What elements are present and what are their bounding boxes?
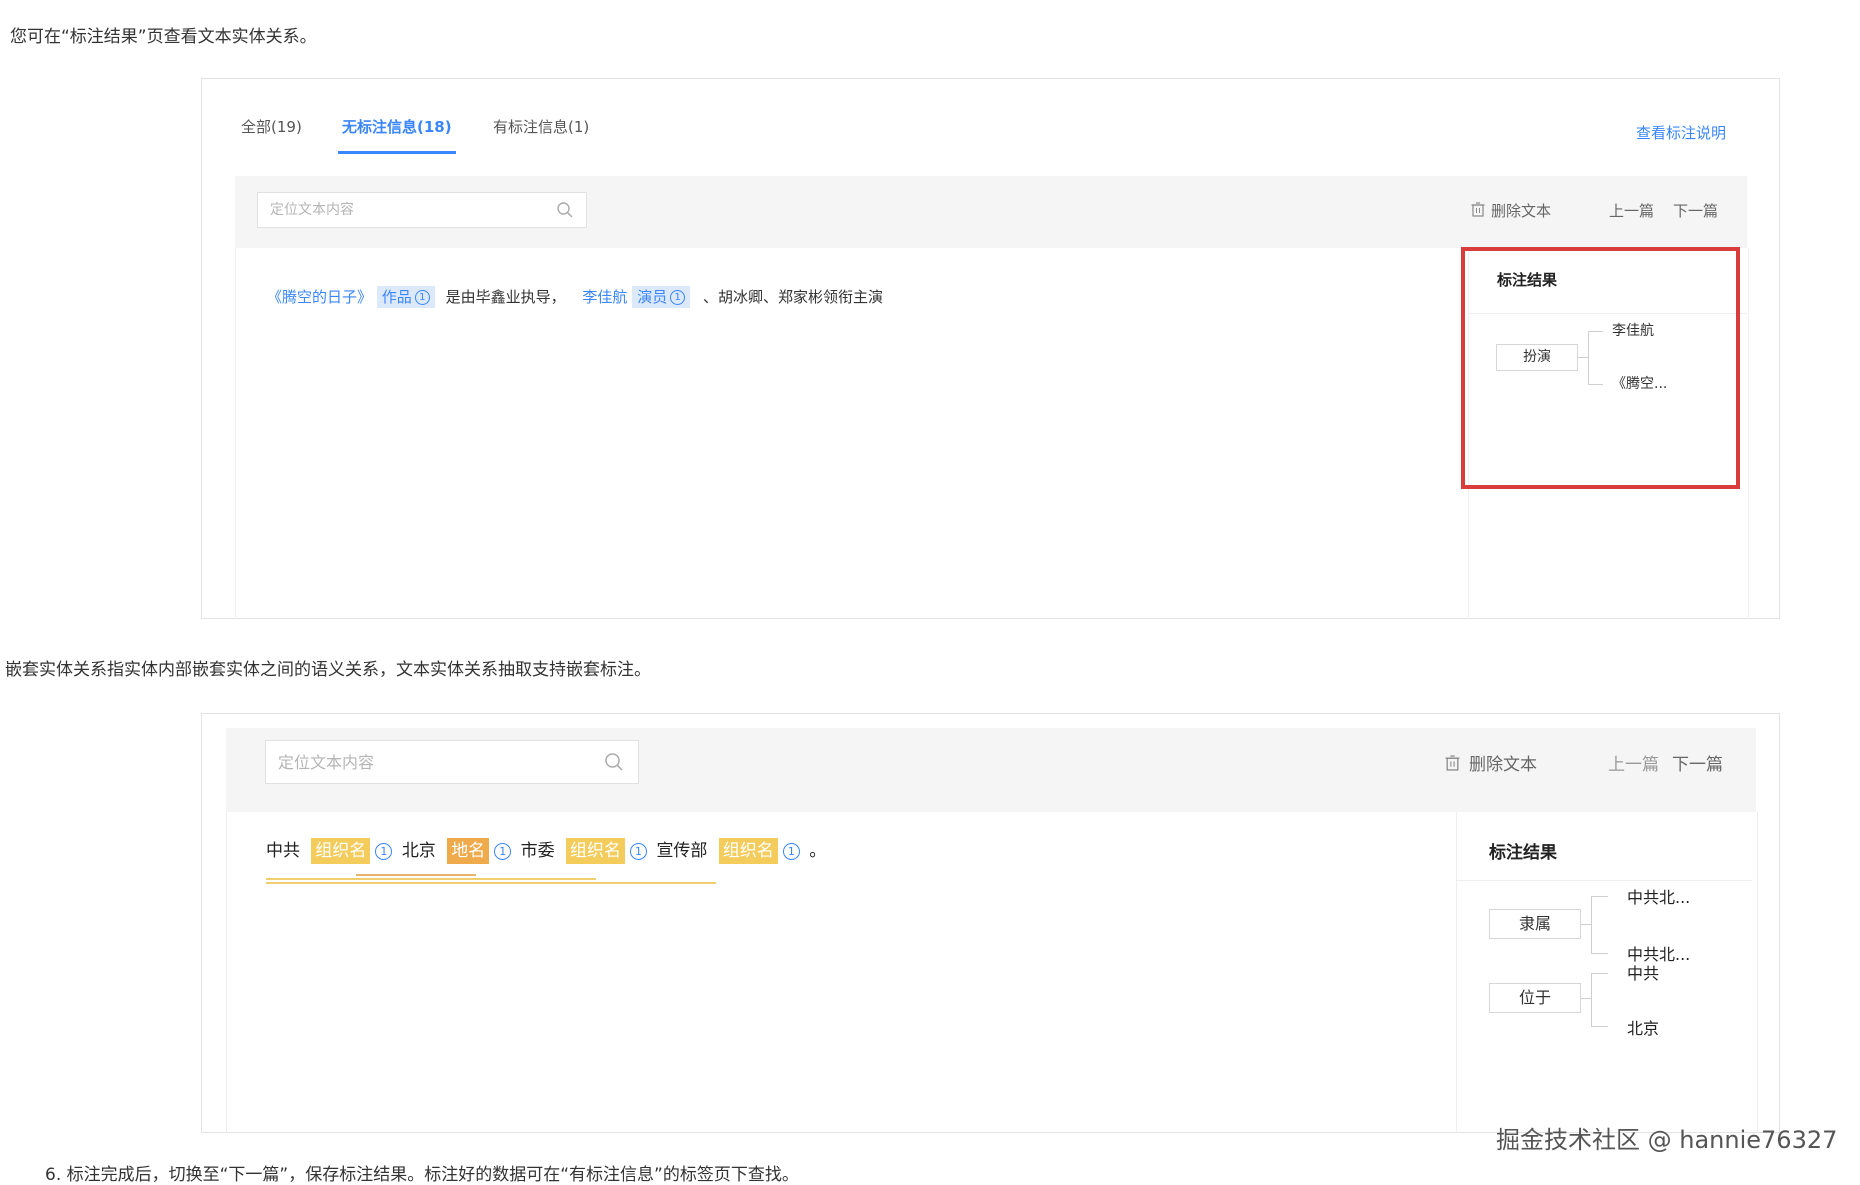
relation-count-badge: 1 [494,842,512,860]
delete-text-label: 删除文本 [1491,202,1552,220]
entity-tag-location[interactable]: 地名 [447,838,490,864]
toolbar: 删除文本 上一篇 下一篇 [235,176,1747,248]
relation-box-located-in[interactable]: 位于 [1489,983,1581,1013]
tab-all[interactable]: 全部(19) [241,116,302,137]
delete-text-button[interactable]: 删除文本 [1445,750,1537,776]
search-box [257,192,587,228]
nested-span-underline [266,878,596,880]
nested-span-underline [266,882,716,884]
step-6-paragraph: 6. 标注完成后，切换至“下一篇”，保存标注结果。标注好的数据可在“有标注信息”… [45,1165,799,1185]
tag-label: 演员 [637,288,668,306]
entity-work[interactable]: 《腾空的日子》 [267,288,372,306]
relation-count-badge: 1 [630,842,648,860]
plain-text: 是由毕鑫业执导， [445,288,566,306]
nested-relation-paragraph: 嵌套实体关系指实体内部嵌套实体之间的语义关系，文本实体关系抽取支持嵌套标注。 [5,660,651,680]
trash-icon [1445,754,1460,776]
screenshot-panel-1: 全部(19) 无标注信息(18) 有标注信息(1) 查看标注说明 删除文本 上一… [201,78,1780,619]
relation-connector [1581,924,1591,925]
entity-word[interactable]: 北京 [402,841,436,861]
toolbar: 删除文本 上一篇 下一篇 [226,728,1756,812]
relation-connector [1581,998,1591,999]
entity-tag-work[interactable]: 作品 1 [376,286,435,308]
search-input[interactable] [258,193,586,227]
active-tab-indicator [338,151,456,154]
intro-paragraph: 您可在“标注结果”页查看文本实体关系。 [10,27,317,47]
delete-text-label: 删除文本 [1469,755,1537,775]
entity-tag-org[interactable]: 组织名 [718,838,778,864]
annotated-sentence: 《腾空的日子》 作品 1 是由毕鑫业执导， 李佳航 演员 1 、胡冰卿、郑家彬领衔主… [267,283,883,311]
tag-label: 作品 [381,288,412,306]
relation-box-affiliated[interactable]: 隶属 [1489,909,1581,939]
trash-icon [1471,202,1485,221]
tab-unlabeled[interactable]: 无标注信息(18) [342,116,452,137]
plain-text: 、胡冰卿、郑家彬领衔主演 [702,288,883,306]
relation-connector [1591,896,1608,954]
search-icon[interactable] [604,752,624,776]
relation-connector [1591,973,1608,1027]
relation-target[interactable]: 中共 [1627,960,1659,984]
screenshot-panel-2: 删除文本 上一篇 下一篇 中共 组织名1 北京 地名1 市委 组织名1 宣传部 … [201,713,1780,1133]
nested-annotated-sentence: 中共 组织名 1 北京 地名 1 市委 组织名 1 宣传部 组织名 1 。 [266,836,826,866]
search-input[interactable] [266,741,638,783]
entity-actor[interactable]: 李佳航 [582,288,627,306]
prev-doc-button[interactable]: 上一篇 [1608,750,1659,775]
relation-count-badge: 1 [670,290,686,305]
entity-tag-actor[interactable]: 演员 1 [632,286,691,308]
prev-doc-button[interactable]: 上一篇 [1609,200,1654,221]
delete-text-button[interactable]: 删除文本 [1471,200,1551,221]
entity-word[interactable]: 市委 [521,841,555,861]
entity-word[interactable]: 中共 [266,841,300,861]
relation-count-badge: 1 [414,290,430,305]
search-icon[interactable] [556,201,574,223]
result-panel-divider [1456,880,1752,881]
tab-labeled[interactable]: 有标注信息(1) [493,116,589,137]
watermark: 掘金技术社区 @ hannie76327 [1496,1126,1838,1154]
result-title: 标注结果 [1489,843,1557,863]
next-doc-button[interactable]: 下一篇 [1672,750,1723,775]
relation-target[interactable]: 中共北... [1627,884,1690,908]
search-box [265,740,639,784]
highlight-box [1461,247,1740,489]
sentence-end: 。 [809,841,827,861]
relation-target[interactable]: 北京 [1627,1015,1659,1039]
entity-tag-org[interactable]: 组织名 [566,838,626,864]
next-doc-button[interactable]: 下一篇 [1673,200,1718,221]
nested-span-underline [356,874,476,876]
entity-word[interactable]: 宣传部 [656,841,707,861]
relation-count-badge: 1 [782,842,800,860]
relation-count-badge: 1 [375,842,393,860]
view-labeling-guide-link[interactable]: 查看标注说明 [1636,122,1726,143]
entity-tag-org[interactable]: 组织名 [311,838,371,864]
